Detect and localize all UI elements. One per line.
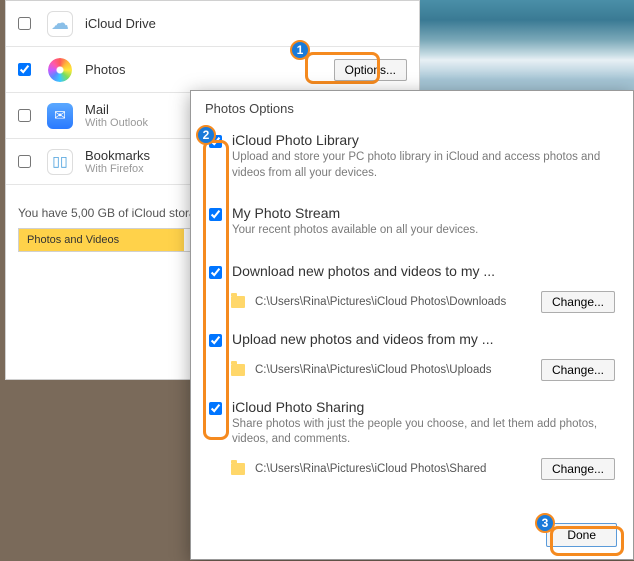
option-row-photo-stream: My Photo Stream Your recent photos avail…: [209, 197, 615, 245]
option-row-sharing: iCloud Photo Sharing Share photos with j…: [209, 391, 615, 454]
option-title: My Photo Stream: [232, 205, 615, 221]
option-desc: Your recent photos available on all your…: [232, 223, 615, 239]
change-button-upload[interactable]: Change...: [541, 359, 615, 381]
path-text: C:\Users\Rina\Pictures\iCloud Photos\Upl…: [255, 364, 531, 376]
service-row-photos: Photos Options...: [6, 47, 419, 93]
checkbox-mail[interactable]: [18, 109, 31, 122]
options-button[interactable]: Options...: [334, 59, 407, 81]
checkbox-sharing[interactable]: [209, 402, 222, 415]
path-row-sharing: C:\Users\Rina\Pictures\iCloud Photos\Sha…: [209, 454, 615, 490]
option-desc: Upload and store your PC photo library i…: [232, 150, 615, 181]
path-text: C:\Users\Rina\Pictures\iCloud Photos\Dow…: [255, 296, 531, 308]
done-button[interactable]: Done: [546, 523, 617, 547]
option-row-photo-library: iCloud Photo Library Upload and store yo…: [209, 124, 615, 187]
option-title: Upload new photos and videos from my ...: [232, 331, 615, 347]
path-row-download: C:\Users\Rina\Pictures\iCloud Photos\Dow…: [209, 287, 615, 323]
dialog-title: Photos Options: [191, 91, 633, 124]
service-row-icloud-drive: ☁ iCloud Drive: [6, 1, 419, 47]
checkbox-photo-library[interactable]: [209, 135, 222, 148]
option-row-download: Download new photos and videos to my ...: [209, 255, 615, 287]
folder-icon: [231, 463, 245, 475]
folder-icon: [231, 364, 245, 376]
bookmarks-icon: ▯▯: [47, 149, 73, 175]
option-row-upload: Upload new photos and videos from my ...: [209, 323, 615, 355]
checkbox-bookmarks[interactable]: [18, 155, 31, 168]
icloud-drive-icon: ☁: [47, 11, 73, 37]
service-title: Photos: [85, 62, 334, 77]
change-button-download[interactable]: Change...: [541, 291, 615, 313]
checkbox-photos[interactable]: [18, 63, 31, 76]
change-button-sharing[interactable]: Change...: [541, 458, 615, 480]
option-title: iCloud Photo Library: [232, 132, 615, 148]
photos-icon: [47, 57, 73, 83]
dialog-footer: Done: [546, 523, 617, 547]
option-title: iCloud Photo Sharing: [232, 399, 615, 415]
option-title: Download new photos and videos to my ...: [232, 263, 615, 279]
mail-icon: ✉: [47, 103, 73, 129]
checkbox-photo-stream[interactable]: [209, 208, 222, 221]
path-row-upload: C:\Users\Rina\Pictures\iCloud Photos\Upl…: [209, 355, 615, 391]
storage-segment-photos: Photos and Videos: [19, 229, 184, 251]
folder-icon: [231, 296, 245, 308]
photos-options-dialog: Photos Options iCloud Photo Library Uplo…: [190, 90, 634, 560]
checkbox-upload[interactable]: [209, 334, 222, 347]
service-title: iCloud Drive: [85, 16, 407, 31]
option-desc: Share photos with just the people you ch…: [232, 417, 615, 448]
path-text: C:\Users\Rina\Pictures\iCloud Photos\Sha…: [255, 463, 531, 475]
checkbox-download[interactable]: [209, 266, 222, 279]
dialog-body: iCloud Photo Library Upload and store yo…: [191, 124, 633, 490]
background-photo: [419, 0, 634, 100]
checkbox-icloud-drive[interactable]: [18, 17, 31, 30]
